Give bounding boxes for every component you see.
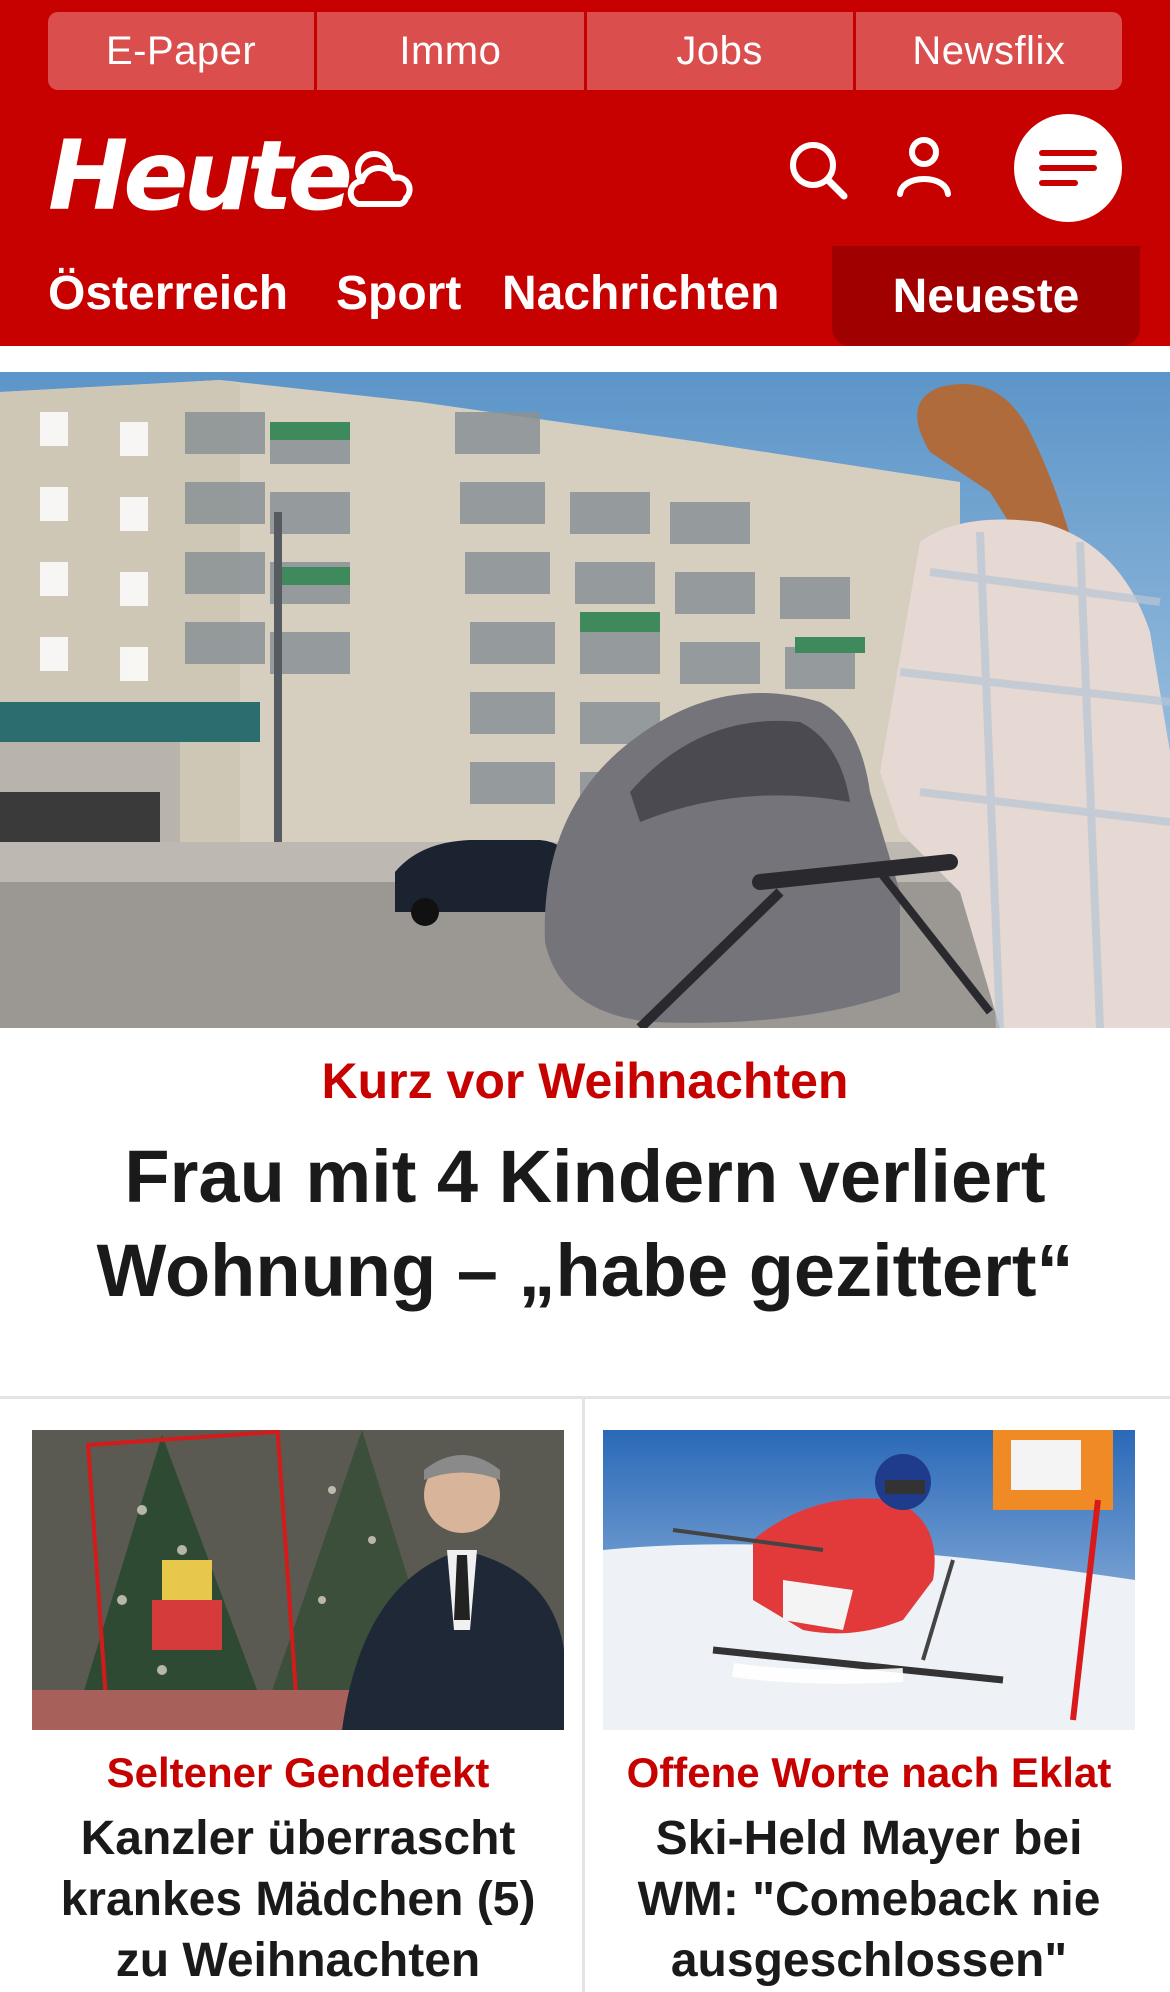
hero-image[interactable] <box>0 372 1170 1028</box>
nav-item-oesterreich[interactable]: Österreich <box>48 266 288 321</box>
section-divider <box>0 1396 1170 1399</box>
nav-item-neueste[interactable]: Neueste <box>832 246 1140 346</box>
column-divider <box>582 1399 585 1992</box>
hamburger-menu-icon <box>1039 150 1097 186</box>
teaser-title[interactable]: Ski-Held Mayer bei WM: "Comeback nie aus… <box>603 1808 1135 1991</box>
teaser-kicker[interactable]: Seltener Gendefekt <box>32 1746 564 1800</box>
site-header: E-Paper Immo Jobs Newsflix Heute Österre… <box>0 0 1170 346</box>
top-link-immo[interactable]: Immo <box>317 12 584 90</box>
hero-kicker[interactable]: Kurz vor Weihnachten <box>0 1052 1170 1110</box>
teaser-image[interactable] <box>603 1430 1135 1730</box>
user-icon[interactable] <box>892 134 956 198</box>
teaser-title[interactable]: Kanzler überrascht krankes Mädchen (5) z… <box>32 1808 564 1991</box>
nav-item-nachrichten[interactable]: Nachrichten <box>502 266 779 321</box>
top-link-newsflix[interactable]: Newsflix <box>855 12 1122 90</box>
top-link-epaper[interactable]: E-Paper <box>48 12 315 90</box>
search-icon[interactable] <box>786 138 850 202</box>
teaser-image[interactable] <box>32 1430 564 1730</box>
brand-row: Heute <box>0 100 1170 240</box>
nav-item-sport[interactable]: Sport <box>336 266 461 321</box>
teaser-kicker[interactable]: Offene Worte nach Eklat <box>603 1746 1135 1800</box>
menu-button[interactable] <box>1014 114 1122 222</box>
site-logo[interactable]: Heute <box>48 128 353 224</box>
article-teaser[interactable]: Offene Worte nach Eklat Ski-Held Mayer b… <box>603 1430 1135 1991</box>
hero-title[interactable]: Frau mit 4 Kindern verliert Wohnung – „h… <box>60 1130 1110 1318</box>
weather-cloud-sun-icon[interactable] <box>344 144 422 222</box>
top-link-jobs[interactable]: Jobs <box>586 12 853 90</box>
article-teaser[interactable]: Seltener Gendefekt Kanzler überrascht kr… <box>32 1430 564 1991</box>
main-nav: Österreich Sport Nachrichten Neueste <box>0 246 1170 346</box>
top-links-bar: E-Paper Immo Jobs Newsflix <box>48 12 1122 90</box>
